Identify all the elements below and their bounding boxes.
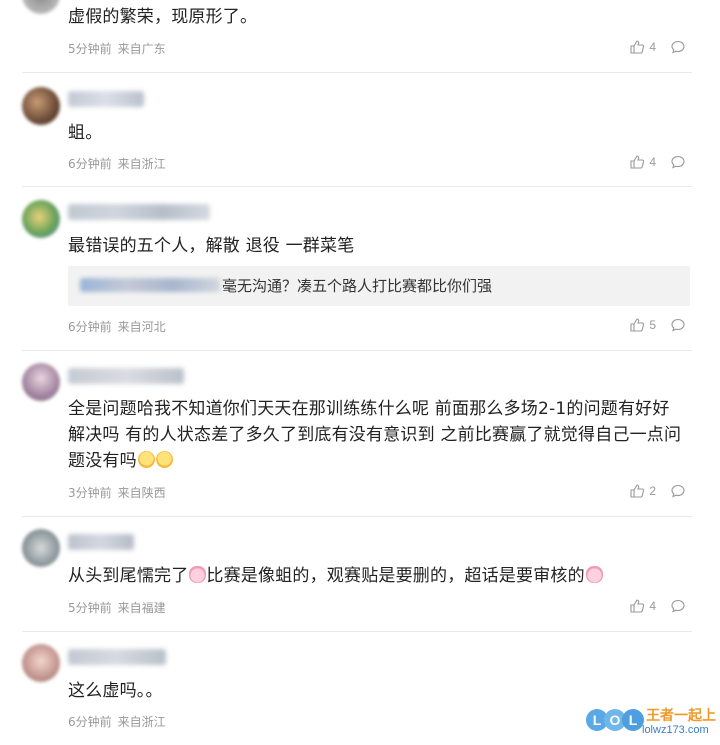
like-button[interactable]: 5 [629, 317, 656, 333]
comment-time: 3分钟前 [68, 486, 112, 500]
like-count: 5 [649, 318, 656, 332]
comment-actions: 5 [629, 317, 686, 333]
thumbs-up-icon [630, 40, 645, 54]
comment-location: 来自浙江 [117, 157, 166, 171]
comment-bubble-icon[interactable] [670, 154, 686, 170]
comment-time: 6分钟前 [68, 157, 112, 171]
watermark-badge: L [622, 709, 644, 731]
watermark-url: lolwz173.com [642, 724, 709, 736]
comment-text: 蛆。 [68, 123, 103, 143]
comment-bubble-icon[interactable] [670, 483, 686, 499]
avatar[interactable] [22, 0, 60, 14]
comment-text: 最错误的五个人，解散 退役 一群菜笔 [68, 236, 355, 256]
comment-time: 5分钟前 [68, 42, 112, 56]
like-button[interactable]: 4 [629, 154, 656, 170]
comment-actions: 4 [629, 598, 686, 614]
comment-meta: 3分钟前 来自陕西 [68, 484, 166, 501]
divider [22, 72, 692, 73]
divider [22, 516, 692, 517]
pig-emoji-icon [585, 566, 603, 583]
comment-location: 来自浙江 [117, 715, 166, 729]
avatar[interactable] [22, 644, 60, 682]
comment-bubble-icon[interactable] [670, 598, 686, 614]
like-count: 2 [649, 484, 656, 498]
comment-text: 这么虚吗。。 [68, 681, 163, 701]
comment-location: 来自福建 [117, 601, 166, 615]
comment-meta: 5分钟前 来自福建 [68, 599, 166, 616]
comment-meta: 5分钟前 来自广东 [68, 40, 166, 57]
laugh-emoji-icon [155, 451, 173, 468]
comment-location: 来自陕西 [117, 486, 166, 500]
reply-text: 毫无沟通？凑五个路人打比赛都比你们强 [222, 277, 493, 295]
username-blurred[interactable] [68, 204, 210, 220]
like-button[interactable]: 2 [629, 483, 656, 499]
thumbs-up-icon [630, 318, 645, 332]
username-blurred[interactable] [68, 91, 144, 107]
comment-text-part-2: 比赛是像蛆的，观赛贴是要删的，超话是要审核的 [206, 566, 585, 586]
comment-meta: 6分钟前 来自河北 [68, 318, 166, 335]
like-count: 4 [649, 599, 656, 613]
like-count: 4 [649, 40, 656, 54]
pig-emoji-icon [189, 566, 207, 583]
like-button[interactable]: 4 [629, 598, 656, 614]
comment-time: 5分钟前 [68, 601, 112, 615]
laugh-emoji-icon [137, 451, 155, 468]
thumbs-up-icon [630, 155, 645, 169]
avatar[interactable] [22, 529, 60, 567]
comment-actions: 2 [629, 483, 686, 499]
comment-location: 来自广东 [117, 42, 166, 56]
comment-text: 虚假的繁荣，现原形了。 [68, 7, 258, 27]
comment-text-part-1: 从头到尾懦完了 [68, 566, 189, 586]
comment-location: 来自河北 [117, 320, 166, 334]
comment-actions: 4 [629, 154, 686, 170]
comment-text: 从头到尾懦完了 比赛是像蛆的，观赛贴是要删的，超话是要审核的 [68, 563, 688, 589]
comment-bubble-icon[interactable] [670, 317, 686, 333]
comment-text: 全是问题哈我不知道你们天天在那训练练什么呢 前面那么多场2-1的问题有好好解决吗… [68, 396, 686, 474]
avatar[interactable] [22, 200, 60, 238]
like-count: 4 [649, 155, 656, 169]
divider [22, 631, 692, 632]
thumbs-up-icon [630, 599, 645, 613]
comment-meta: 6分钟前 来自浙江 [68, 713, 166, 730]
thumbs-up-icon [630, 484, 645, 498]
comment-actions: 4 [629, 39, 686, 55]
avatar[interactable] [22, 363, 60, 401]
comment-time: 6分钟前 [68, 320, 112, 334]
divider [22, 350, 692, 351]
username-blurred[interactable] [68, 649, 166, 665]
username-blurred[interactable] [68, 534, 134, 550]
site-watermark-logo: L O L 王者一起上 lolwz173.com [586, 703, 716, 741]
reply-preview[interactable]: 毫无沟通？凑五个路人打比赛都比你们强 [68, 266, 690, 306]
divider [22, 186, 692, 187]
username-blurred[interactable] [68, 368, 184, 384]
watermark-title: 王者一起上 [646, 708, 716, 724]
like-button[interactable]: 4 [629, 39, 656, 55]
avatar[interactable] [22, 87, 60, 125]
comment-bubble-icon[interactable] [670, 39, 686, 55]
reply-username-blurred[interactable] [80, 278, 220, 292]
comment-time: 6分钟前 [68, 715, 112, 729]
comment-meta: 6分钟前 来自浙江 [68, 155, 166, 172]
